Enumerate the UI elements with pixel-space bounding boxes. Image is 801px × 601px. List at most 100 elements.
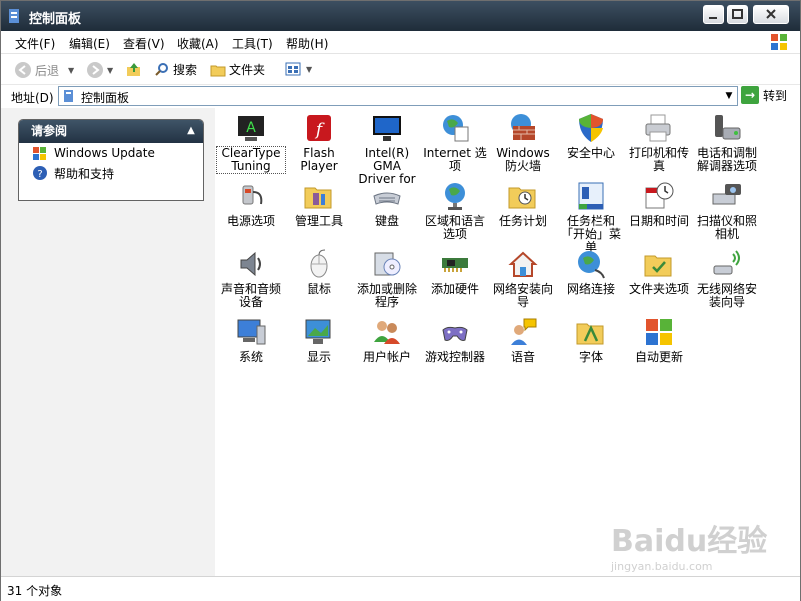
cp-item-add-remove-programs[interactable]: 添加或删除程序	[353, 248, 421, 309]
explorer-window: 控制面板 文件(F) 编辑(E) 查看(V) 收藏(A) 工具(T) 帮助(H)…	[0, 0, 801, 601]
minimize-button[interactable]	[703, 5, 724, 24]
printer-icon	[645, 114, 671, 142]
forward-dropdown-icon[interactable]: ▼	[107, 66, 113, 75]
sound-icon	[240, 251, 261, 277]
cp-item-sound[interactable]: 声音和音频设备	[217, 248, 285, 309]
add-hardware-icon	[442, 258, 468, 272]
help-support-label: 帮助和支持	[54, 166, 115, 181]
collapse-chevron-icon[interactable]: ▲	[185, 125, 197, 137]
cp-item-network-setup[interactable]: 网络安装向导	[489, 248, 557, 309]
watermark-brand: Baidu经验	[611, 524, 768, 559]
intel-gma-icon	[373, 116, 401, 141]
internet-options-icon	[443, 115, 469, 142]
folders-label: 文件夹	[229, 63, 266, 77]
address-dropdown-icon[interactable]: ▼	[722, 88, 736, 104]
cp-item-network-connections[interactable]: 网络连接	[557, 248, 625, 296]
help-support-link[interactable]: ? 帮助和支持	[32, 163, 203, 183]
close-button[interactable]	[753, 5, 789, 24]
cp-item-power[interactable]: 电源选项	[217, 180, 285, 228]
scanner-camera-icon	[712, 184, 741, 205]
menu-tools[interactable]: 工具(T)	[232, 35, 273, 52]
cp-item-cleartype[interactable]: A ClearType Tuning	[216, 112, 286, 174]
cp-item-printers[interactable]: 打印机和传真	[625, 112, 693, 173]
folder-up-icon	[127, 63, 140, 76]
flash-player-icon: f	[307, 115, 331, 141]
toolbar: 后退 ▼ ▼ 搜索 文件夹 ▼	[1, 54, 800, 85]
firewall-icon	[511, 114, 535, 140]
cp-item-display[interactable]: 显示	[285, 316, 353, 364]
cp-item-flash-player[interactable]: f Flash Player	[285, 112, 353, 173]
go-arrow-icon: →	[741, 86, 759, 104]
menu-favorites[interactable]: 收藏(A)	[177, 35, 219, 52]
go-button[interactable]: → 转到	[741, 86, 787, 104]
cp-item-scheduled-tasks[interactable]: 任务计划	[489, 180, 557, 228]
cp-item-phone-modem[interactable]: 电话和调制解调器选项	[693, 112, 761, 173]
folders-button[interactable]: 文件夹	[210, 61, 265, 78]
menu-file[interactable]: 文件(F)	[15, 35, 55, 52]
control-panel-small-icon	[64, 90, 73, 102]
back-dropdown-icon[interactable]: ▼	[68, 66, 74, 75]
keyboard-icon	[373, 192, 401, 205]
search-label: 搜索	[173, 63, 198, 77]
see-also-panel: 请参阅 ▲ Windows Update ? 帮助和支持	[18, 119, 204, 201]
cp-item-fonts[interactable]: 字体	[557, 316, 625, 364]
cp-item-internet-options[interactable]: Internet 选项	[421, 112, 489, 173]
go-label: 转到	[763, 88, 788, 103]
cp-item-region-language[interactable]: 区域和语言选项	[421, 180, 489, 241]
security-center-icon	[579, 114, 603, 142]
cp-item-wireless-setup[interactable]: 无线网络安装向导	[693, 248, 761, 309]
back-button[interactable]: 后退 ▼	[14, 61, 74, 79]
search-button[interactable]: 搜索	[154, 61, 197, 78]
views-dropdown-icon[interactable]: ▼	[306, 65, 312, 74]
menu-edit[interactable]: 编辑(E)	[69, 35, 110, 52]
cp-item-automatic-updates[interactable]: 自动更新	[625, 316, 693, 364]
title-bar[interactable]: 控制面板	[1, 1, 800, 31]
network-setup-icon	[508, 251, 538, 277]
address-bar: 地址(D) 控制面板 ▼ → 转到	[1, 85, 800, 107]
cp-item-system[interactable]: 系统	[217, 316, 285, 364]
system-icon	[237, 319, 266, 345]
windows-update-icon	[33, 147, 46, 160]
automatic-updates-icon	[646, 319, 672, 345]
network-connections-icon	[578, 251, 605, 279]
scheduled-tasks-icon	[508, 187, 536, 209]
window-title: 控制面板	[29, 12, 82, 27]
cleartype-icon: A	[238, 116, 264, 141]
search-icon	[155, 62, 168, 76]
cp-item-date-time[interactable]: 日期和时间	[625, 180, 693, 228]
menu-view[interactable]: 查看(V)	[123, 35, 165, 52]
maximize-button[interactable]	[727, 5, 748, 24]
cp-item-keyboard[interactable]: 键盘	[353, 180, 421, 228]
power-icon	[242, 185, 263, 205]
taskbar-icon	[578, 182, 604, 210]
cp-item-game-controllers[interactable]: 游戏控制器	[421, 316, 489, 364]
views-button[interactable]: ▼	[285, 61, 312, 77]
cp-item-firewall[interactable]: Windows 防火墙	[489, 112, 557, 173]
cp-item-admin-tools[interactable]: 管理工具	[285, 180, 353, 228]
back-label: 后退	[35, 63, 60, 78]
address-input[interactable]: 控制面板 ▼	[58, 86, 738, 106]
folder-options-icon	[644, 255, 672, 277]
back-arrow-icon	[15, 62, 31, 78]
cp-item-speech[interactable]: 语音	[489, 316, 557, 364]
see-also-header[interactable]: 请参阅 ▲	[19, 120, 203, 143]
phone-modem-icon	[715, 115, 741, 140]
address-label: 地址(D)	[11, 91, 54, 105]
up-button[interactable]	[125, 61, 143, 79]
folder-icon	[210, 65, 226, 76]
admin-tools-icon	[304, 187, 332, 209]
cp-item-mouse[interactable]: 鼠标	[285, 248, 353, 296]
windows-update-link[interactable]: Windows Update	[32, 143, 203, 163]
cp-item-folder-options[interactable]: 文件夹选项	[625, 248, 693, 296]
menu-help[interactable]: 帮助(H)	[286, 35, 328, 52]
forward-button[interactable]: ▼	[86, 61, 113, 79]
watermark-url: jingyan.baidu.com	[611, 560, 713, 573]
control-panel-items: A ClearType Tuning f Flash Player Intel(R)…	[215, 108, 800, 576]
cp-item-user-accounts[interactable]: 用户帐户	[353, 316, 421, 364]
cp-item-scanner-camera[interactable]: 扫描仪和照相机	[693, 180, 761, 241]
cp-item-taskbar-start[interactable]: 任务栏和「开始」菜单	[557, 180, 625, 254]
cp-item-add-hardware[interactable]: 添加硬件	[421, 248, 489, 296]
wireless-setup-icon	[713, 250, 740, 275]
game-controllers-icon	[442, 326, 468, 341]
cp-item-security-center[interactable]: 安全中心	[557, 112, 625, 160]
